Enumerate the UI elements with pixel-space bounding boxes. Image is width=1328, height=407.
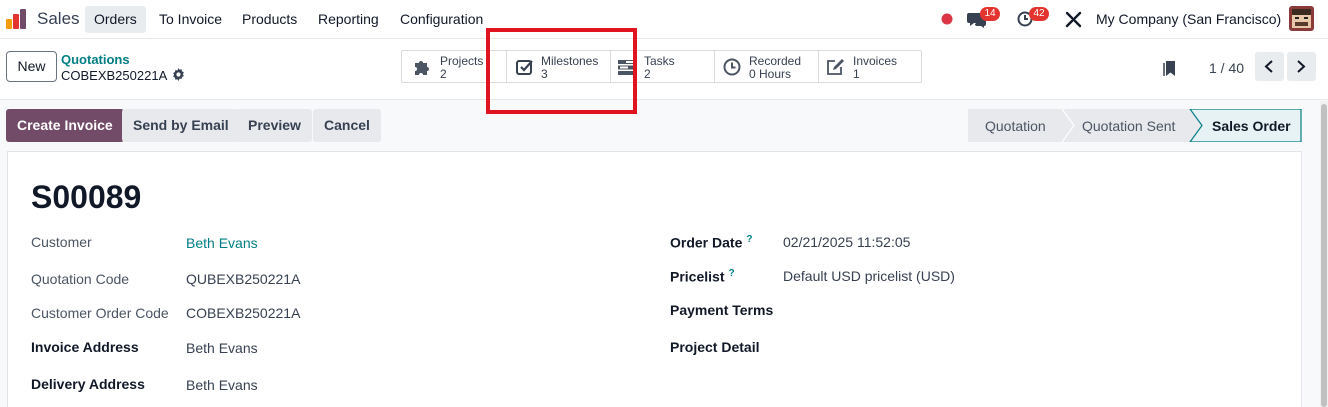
milestones-smart-button[interactable]: Milestones 3 [507,51,611,82]
menu-reporting[interactable]: Reporting [309,6,388,33]
projects-label: Projects [440,54,484,68]
order-date-label: Order Date? [670,234,752,251]
tasks-icon [618,60,635,75]
send-by-email-button[interactable]: Send by Email [122,109,240,142]
invoice-address-label: Invoice Address [31,339,139,355]
customer-order-code-field[interactable]: COBEXB250221A [186,305,300,321]
invoice-address-field[interactable]: Beth Evans [186,340,258,356]
menu-products[interactable]: Products [233,6,306,33]
pager-next-button[interactable] [1287,52,1316,81]
breadcrumb-quotations[interactable]: Quotations [61,52,130,67]
company-switcher[interactable]: My Company (San Francisco) [1096,11,1281,27]
messages-badge: 14 [980,7,1000,21]
project-detail-label: Project Detail [670,339,760,355]
top-navbar: Sales Orders To Invoice Products Reporti… [0,0,1328,39]
pricelist-label-text: Pricelist [670,268,725,285]
app-name[interactable]: Sales [37,9,80,29]
stage-quotation-sent[interactable]: Quotation Sent [1082,118,1175,134]
control-panel: New Quotations COBEXB250221A Projects 2 … [0,39,1328,100]
menu-to-invoice[interactable]: To Invoice [150,6,231,33]
stage-quotation[interactable]: Quotation [985,118,1046,134]
debug-tools-icon[interactable] [1065,11,1082,28]
tasks-count: 2 [644,67,651,81]
order-date-label-text: Order Date [670,234,743,251]
sales-app-icon[interactable] [5,8,29,30]
pager-previous-button[interactable] [1255,52,1284,81]
create-invoice-button[interactable]: Create Invoice [6,109,124,142]
check-square-icon [516,60,533,75]
status-bar: Quotation Quotation Sent Sales Order [968,109,1302,142]
payment-terms-field[interactable] [783,302,1083,320]
quotation-code-label: Quotation Code [31,271,130,287]
user-avatar[interactable] [1289,6,1314,31]
scrollbar-thumb[interactable] [1321,104,1327,407]
menu-configuration[interactable]: Configuration [391,6,492,33]
delivery-address-field[interactable]: Beth Evans [186,377,258,393]
smart-buttons: Projects 2 Milestones 3 Tasks 2 Recorded… [401,50,922,83]
customer-order-code-label: Customer Order Code [31,305,169,321]
milestones-label: Milestones [541,54,599,68]
puzzle-icon [415,61,429,75]
breadcrumb-record: COBEXB250221A [61,68,168,83]
pricelist-help-icon[interactable]: ? [728,268,734,279]
order-date-field[interactable]: 02/21/2025 11:52:05 [783,234,910,250]
new-button[interactable]: New [6,51,57,82]
customer-label: Customer [31,234,92,250]
invoices-count: 1 [853,67,860,81]
pencil-square-icon [827,59,844,75]
milestones-count: 3 [541,67,548,81]
order-date-help-icon[interactable]: ? [746,234,752,245]
gear-icon[interactable] [172,68,185,81]
tasks-label: Tasks [644,54,675,68]
pager-value[interactable]: 1 / 40 [1209,60,1244,76]
invoices-smart-button[interactable]: Invoices 1 [819,51,921,82]
clock-icon [723,58,741,76]
pricelist-field[interactable]: Default USD pricelist (USD) [783,268,955,284]
activities-badge: 42 [1029,7,1049,21]
payment-terms-label: Payment Terms [670,302,774,318]
delivery-address-label: Delivery Address [31,376,145,392]
projects-smart-button[interactable]: Projects 2 [402,51,507,82]
tasks-smart-button[interactable]: Tasks 2 [611,51,715,82]
quotation-code-field[interactable]: QUBEXB250221A [186,271,300,287]
pricelist-label: Pricelist? [670,268,735,285]
customer-field[interactable]: Beth Evans [186,235,258,251]
bookmark-icon[interactable] [1163,60,1177,77]
recording-dot-icon[interactable] [941,13,953,25]
recorded-label: Recorded [749,54,802,68]
recorded-hours-smart-button[interactable]: Recorded 0 Hours [715,51,819,82]
order-reference-title: S00089 [31,179,142,215]
cancel-button[interactable]: Cancel [313,109,381,142]
chevron-left-icon [1264,60,1273,73]
recorded-hours: 0 Hours [749,67,792,81]
menu-orders[interactable]: Orders [85,6,146,33]
stage-sales-order[interactable]: Sales Order [1212,118,1291,134]
chevron-right-icon [1297,60,1306,73]
preview-button[interactable]: Preview [237,109,312,142]
projects-count: 2 [440,67,447,81]
invoices-label: Invoices [853,54,898,68]
